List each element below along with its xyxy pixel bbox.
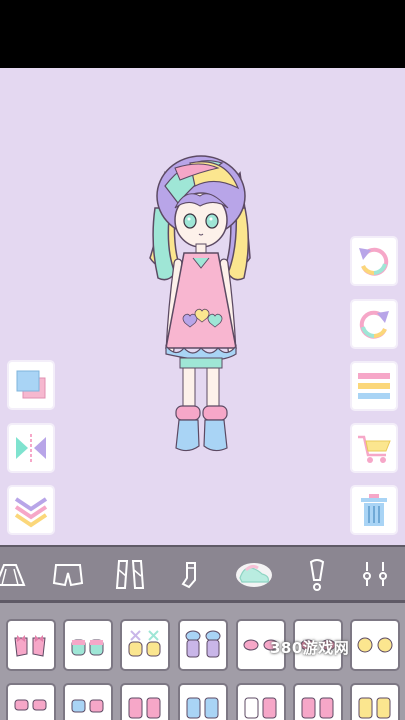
yellow-boots-icon bbox=[358, 697, 391, 719]
category-bar bbox=[0, 545, 405, 603]
items-panel bbox=[0, 603, 405, 720]
white-boots-icon bbox=[244, 697, 277, 719]
category-socks[interactable] bbox=[172, 555, 212, 595]
layers-icon bbox=[16, 370, 46, 399]
pink-sandals-icon bbox=[14, 699, 47, 711]
shop-button[interactable] bbox=[352, 425, 396, 471]
top-bar bbox=[0, 0, 405, 68]
tights-icon bbox=[115, 560, 145, 589]
yellow-boots-icon bbox=[301, 697, 334, 719]
mint-shoes-icon bbox=[71, 639, 104, 656]
flip-button[interactable] bbox=[9, 425, 53, 471]
yellow-lace-shoes-icon bbox=[128, 630, 161, 657]
item-blue-sandals[interactable] bbox=[63, 683, 113, 720]
boots bbox=[175, 405, 228, 452]
category-tights[interactable] bbox=[110, 555, 150, 595]
item-yellow-flats[interactable] bbox=[350, 619, 400, 671]
category-earrings[interactable] bbox=[355, 555, 395, 595]
item-pink-heart-boots[interactable] bbox=[120, 683, 170, 720]
shorts-icon bbox=[52, 564, 84, 587]
watermark-text: 380游戏网 bbox=[270, 639, 350, 657]
item-pink-bow-shoes[interactable] bbox=[6, 619, 56, 671]
item-lavender-fluffy-boots[interactable] bbox=[178, 619, 228, 671]
delete-button[interactable] bbox=[352, 487, 396, 533]
item-yellow-boots-2[interactable] bbox=[350, 683, 400, 720]
item-blue-boots[interactable] bbox=[178, 683, 228, 720]
dressing-stage bbox=[0, 68, 405, 545]
undo-icon bbox=[359, 247, 389, 276]
socks-icon bbox=[181, 562, 196, 589]
undo-button[interactable] bbox=[352, 238, 396, 284]
redo-icon bbox=[359, 310, 389, 339]
category-pants[interactable] bbox=[48, 555, 88, 595]
lavender-fluffy-boots-icon bbox=[185, 630, 221, 658]
skirt-icon bbox=[0, 564, 26, 586]
menu-button[interactable] bbox=[352, 363, 396, 409]
category-shoes[interactable] bbox=[234, 555, 274, 595]
character-avatar bbox=[149, 155, 251, 452]
mirror-flip-icon bbox=[16, 434, 46, 462]
item-yellow-lace-shoes[interactable] bbox=[120, 619, 170, 671]
pink-bow-shoes-icon bbox=[14, 635, 46, 657]
redo-button[interactable] bbox=[352, 301, 396, 347]
category-accessory[interactable] bbox=[297, 555, 337, 595]
blue-sandals-icon bbox=[71, 699, 104, 713]
shoes-icon bbox=[236, 563, 272, 587]
yellow-flats-icon bbox=[357, 637, 393, 653]
exclamation-icon bbox=[309, 559, 325, 591]
earrings-icon bbox=[363, 562, 387, 586]
category-skirt[interactable] bbox=[0, 555, 30, 595]
layer-order-button[interactable] bbox=[9, 362, 53, 408]
trash-icon bbox=[361, 494, 387, 526]
stripes-menu-icon bbox=[358, 373, 390, 399]
item-white-boots[interactable] bbox=[236, 683, 286, 720]
double-chevron-down-icon bbox=[14, 497, 48, 528]
item-mint-shoes[interactable] bbox=[63, 619, 113, 671]
item-yellow-boots[interactable] bbox=[293, 683, 343, 720]
item-pink-sandals[interactable] bbox=[6, 683, 56, 720]
blue-boots-icon bbox=[186, 697, 219, 719]
pink-heart-boots-icon bbox=[128, 697, 161, 719]
collapse-button[interactable] bbox=[9, 487, 53, 533]
cart-icon bbox=[358, 435, 391, 463]
